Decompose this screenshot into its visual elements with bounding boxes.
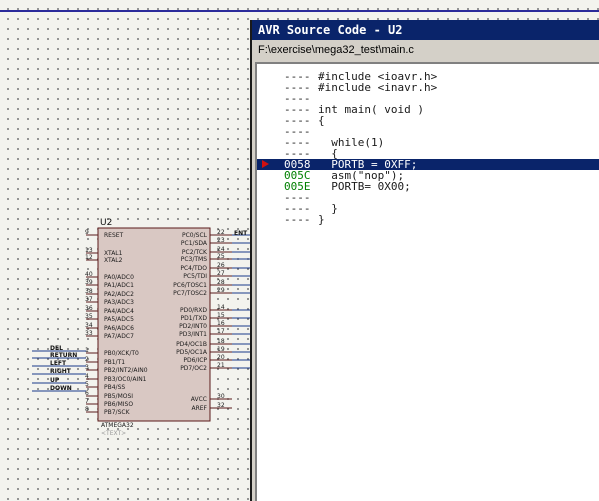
- line-code: {: [318, 114, 325, 127]
- code-view[interactable]: ---- #include <ioavr.h> ---- #include <inav…: [255, 62, 599, 501]
- pin-name: PB3/OC0/AIN1: [104, 376, 147, 383]
- pin-name: PC4/TDO: [180, 265, 207, 272]
- pin-number: 38: [85, 288, 93, 295]
- pin-number: 23: [217, 237, 225, 244]
- code-line[interactable]: ----}: [257, 214, 599, 225]
- pin-name: XTAL1: [104, 250, 123, 257]
- pin-name: RESET: [104, 232, 124, 239]
- pin-name: PD1/TXD: [181, 315, 208, 322]
- pin-number: 18: [217, 338, 225, 345]
- pin-name: PC1/SDA: [181, 240, 208, 247]
- line-code: int main( void ): [318, 103, 424, 116]
- part-name-label: ATMEGA32: [101, 422, 134, 429]
- pin-number: 2: [85, 356, 89, 363]
- pin-name: PB2/INT2/AIN0: [104, 367, 148, 374]
- pin-number: 15: [217, 312, 225, 319]
- pin-name: PA5/ADC5: [104, 316, 134, 323]
- source-code-window[interactable]: AVR Source Code - U2 F:\exercise\mega32_…: [250, 20, 599, 501]
- pin-name: PA4/ADC4: [104, 308, 134, 315]
- pin-name: PA2/ADC2: [104, 291, 134, 298]
- pin-number: 3: [85, 364, 89, 371]
- component-ref-label: U2: [100, 218, 112, 228]
- pin-name: PD3/INT1: [179, 331, 207, 338]
- pin-number: 20: [217, 354, 225, 361]
- pin-number: 28: [217, 279, 225, 286]
- pin-number: 29: [217, 287, 225, 294]
- pin-number: 12: [85, 254, 93, 261]
- pin-number: 36: [85, 305, 93, 312]
- pin-number: 32: [217, 402, 225, 409]
- pin-name: PC5/TDI: [183, 273, 207, 280]
- pin-number: 22: [217, 229, 225, 236]
- pin-name: AVCC: [191, 396, 207, 403]
- pin-name: PB1/T1: [104, 359, 125, 366]
- breakpoint-marker-icon[interactable]: [262, 160, 269, 168]
- pin-number: 27: [217, 270, 225, 277]
- pin-number: 21: [217, 362, 225, 369]
- pin-number: 26: [217, 262, 225, 269]
- pin-name: PA1/ADC1: [104, 282, 134, 289]
- pin-name: PC0/SCL: [182, 232, 208, 239]
- net-label: RIGHT: [50, 368, 72, 375]
- pin-name: PA6/ADC6: [104, 325, 134, 332]
- pin-number: 16: [217, 320, 225, 327]
- pin-name: PB4/SS: [104, 384, 125, 391]
- pin-name: PC7/TOSC2: [173, 290, 207, 297]
- pin-number: 8: [85, 406, 89, 413]
- net-label: RETURN: [50, 352, 77, 359]
- file-path-bar: F:\exercise\mega32_test\main.c: [252, 41, 599, 60]
- ent-net-label: ENT: [234, 230, 248, 237]
- atmega32-schematic[interactable]: U2 9 RESET 13 XTAL1 12 XTAL2 40 PA0/ADC0 39 PA1/A…: [0, 0, 260, 501]
- line-code: #include <inavr.h>: [318, 81, 438, 94]
- pin-name: PD0/RXD: [180, 307, 207, 314]
- pin-number: 7: [85, 398, 89, 405]
- pin-name: PD4/OC1B: [176, 341, 207, 348]
- line-address: ----: [284, 213, 311, 226]
- net-label: DOWN: [50, 385, 72, 392]
- pin-name: PA0/ADC0: [104, 274, 134, 281]
- pin-name: PB5/MOSI: [104, 393, 133, 400]
- net-label: LEFT: [50, 360, 67, 367]
- pin-name: PD6/ICP: [183, 357, 207, 364]
- pin-name: AREF: [191, 405, 207, 412]
- net-label: DEL: [50, 345, 63, 352]
- text-placeholder-label: <TEXT>: [101, 430, 126, 437]
- pin-name: PC3/TMS: [181, 256, 207, 263]
- pin-name: PB6/MISO: [104, 401, 133, 408]
- pin-number: 13: [85, 247, 93, 254]
- pin-number: 35: [85, 313, 93, 320]
- pin-number: 33: [85, 330, 93, 337]
- pin-name: PD5/OC1A: [176, 349, 208, 356]
- pin-name: PA3/ADC3: [104, 299, 134, 306]
- net-label: UP: [50, 377, 60, 384]
- pin-number: 14: [217, 304, 225, 311]
- window-titlebar[interactable]: AVR Source Code - U2: [252, 20, 599, 40]
- line-code: PORTB= 0X00;: [318, 180, 411, 193]
- pin-number: 19: [217, 346, 225, 353]
- pin-name: PB0/XCK/T0: [104, 350, 139, 357]
- pin-number: 34: [85, 322, 93, 329]
- pin-name: PD2/INT0: [179, 323, 207, 330]
- pin-number: 39: [85, 279, 93, 286]
- pin-number: 37: [85, 296, 93, 303]
- pin-name: PB7/SCK: [104, 409, 131, 416]
- pin-number: 30: [217, 393, 225, 400]
- line-code: }: [318, 213, 325, 226]
- pin-number: 24: [217, 246, 225, 253]
- pin-number: 25: [217, 253, 225, 260]
- pin-number: 9: [85, 229, 89, 236]
- pin-number: 5: [85, 381, 89, 388]
- pin-number: 40: [85, 271, 93, 278]
- pin-name: PD7/OC2: [180, 365, 207, 372]
- pin-name: PC2/TCK: [182, 249, 208, 256]
- pin-name: PA7/ADC7: [104, 333, 134, 340]
- pin-name: XTAL2: [104, 257, 123, 264]
- pin-number: 17: [217, 328, 225, 335]
- pin-name: PC6/TOSC1: [173, 282, 207, 289]
